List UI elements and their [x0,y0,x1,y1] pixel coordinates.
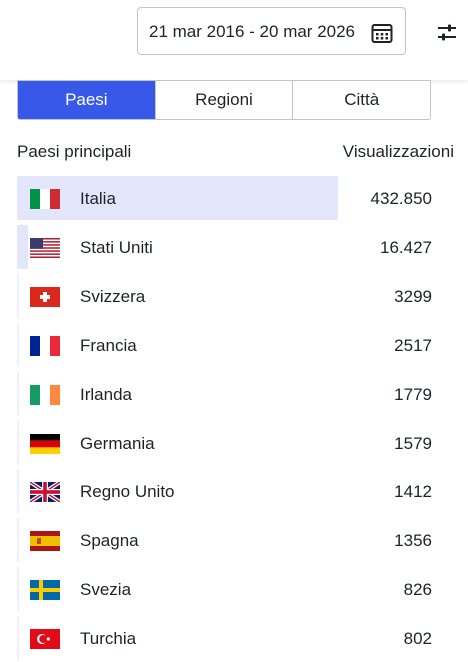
views-bar [17,616,19,661]
country-views: 1779 [394,384,432,404]
views-bar [17,567,19,612]
calendar-icon [371,24,393,43]
flag-it-icon [30,189,60,209]
flag-se-icon [30,580,60,601]
flag-es-icon [30,531,60,552]
country-views: 802 [403,629,432,649]
views-bar [17,469,19,514]
country-views: 3299 [394,286,432,306]
country-row[interactable]: Germania 1579 [17,420,447,465]
location-tabs: Paesi Regioni Città [17,80,431,120]
country-name: Svizzera [80,286,146,306]
sliders-icon[interactable] [436,22,458,44]
country-row[interactable]: Svizzera 3299 [17,273,447,318]
country-row[interactable]: Stati Uniti 16.427 [17,224,447,269]
views-bar [17,273,20,318]
country-row[interactable]: Irlanda 1779 [17,371,447,416]
country-name: Germania [80,433,155,453]
tab-regioni[interactable]: Regioni [154,81,293,119]
flag-fr-icon [30,335,60,356]
country-row[interactable]: Spagna 1356 [17,518,447,563]
country-name: Svezia [80,580,132,600]
date-range-button[interactable]: 21 mar 2016 - 20 mar 2026 [137,7,406,55]
country-name: Stati Uniti [80,237,153,257]
tab-citta[interactable]: Città [292,81,430,119]
flag-tr-icon [30,629,60,650]
country-views: 2517 [394,335,432,355]
date-range-label: 21 mar 2016 - 20 mar 2026 [149,22,356,41]
country-row[interactable]: Italia 432.850 [17,176,447,220]
views-bar [17,518,19,563]
flag-de-icon [30,433,60,454]
views-bar [17,420,19,465]
views-bar [17,224,28,269]
column-header-countries: Paesi principali [17,142,132,161]
flag-ie-icon [30,384,60,405]
views-bar [17,322,19,367]
flag-ch-icon [30,286,60,307]
country-row[interactable]: Svezia 826 [17,567,447,612]
views-bar [17,371,19,416]
column-header-views: Visualizzazioni [342,142,454,161]
country-views: 1356 [394,531,432,551]
country-row[interactable]: Turchia 802 [17,616,447,661]
country-name: Turchia [80,629,137,649]
country-views: 1412 [394,482,432,502]
flag-us-icon [30,237,60,258]
country-name: Italia [80,189,116,208]
views-bar [17,176,338,220]
country-name: Francia [80,335,137,355]
top-bar: 21 mar 2016 - 20 mar 2026 [0,0,468,80]
country-views: 16.427 [380,237,432,257]
flag-gb-icon [30,482,60,503]
country-views: 432.850 [370,189,432,208]
country-name: Regno Unito [80,482,175,502]
country-views: 826 [403,580,432,600]
tab-paesi[interactable]: Paesi [18,81,155,119]
country-row[interactable]: Regno Unito 1412 [17,469,447,514]
country-name: Spagna [80,531,139,551]
country-row[interactable]: Francia 2517 [17,322,447,367]
country-name: Irlanda [80,384,132,404]
country-views: 1579 [394,433,432,453]
